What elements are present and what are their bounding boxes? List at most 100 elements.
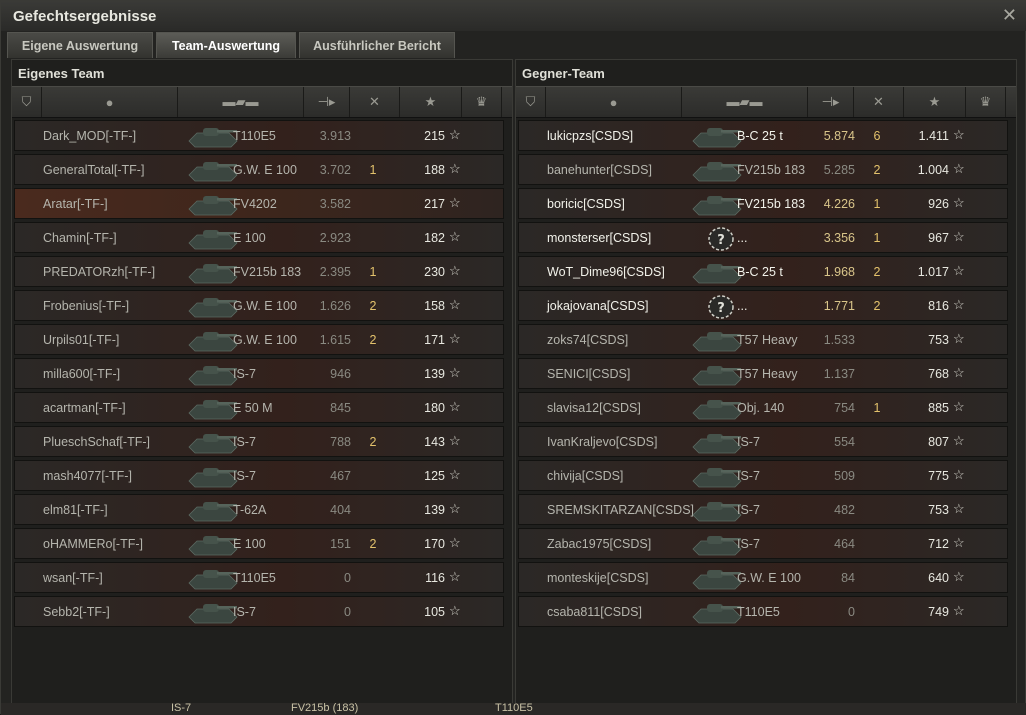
damage-sort-icon[interactable]: ⊣▸ <box>304 87 350 117</box>
player-name: milla600[-TF-] <box>43 367 121 381</box>
tank-silhouette-icon <box>692 366 742 386</box>
damage-value: 845 <box>330 401 351 415</box>
star-icon: ☆ <box>449 161 461 176</box>
unknown-tank-icon: ? <box>708 227 734 251</box>
rank-icon[interactable]: ⛉ <box>12 87 42 117</box>
player-name: IvanKraljevo[CSDS] <box>547 435 658 449</box>
xp-value: 1.017 <box>917 265 949 279</box>
xp-star-icon[interactable]: ★ <box>400 87 462 117</box>
player-row[interactable]: PREDATORzh[-TF-] FV215b 183 2.395 1 230 ☆ <box>14 256 504 287</box>
tab-ausfuehrlicher-bericht[interactable]: Ausführlicher Bericht <box>299 32 455 58</box>
tank-name: T110E5 <box>233 571 276 585</box>
xp-value: 640 <box>928 571 949 585</box>
medal-icon[interactable]: ♛ <box>966 87 1006 117</box>
tank-name: B-C 25 t <box>737 129 783 143</box>
player-row[interactable]: monteskije[CSDS] G.W. E 100 84 640 ☆ <box>518 562 1008 593</box>
player-row[interactable]: milla600[-TF-] IS-7 946 139 ☆ <box>14 358 504 389</box>
tank-name: G.W. E 100 <box>233 163 297 177</box>
battle-results-window: Gefechtsergebnisse ✕ Eigene Auswertung T… <box>0 0 1026 715</box>
player-row[interactable]: Dark_MOD[-TF-] T110E5 3.913 215 ☆ <box>14 120 504 151</box>
player-row[interactable]: Zabac1975[CSDS] IS-7 464 712 ☆ <box>518 528 1008 559</box>
player-row[interactable]: Urpils01[-TF-] G.W. E 100 1.615 2 171 ☆ <box>14 324 504 355</box>
player-row[interactable]: jokajovana[CSDS]?... 1.771 2 816 ☆ <box>518 290 1008 321</box>
player-row[interactable]: GeneralTotal[-TF-] G.W. E 100 3.702 1 188 ☆ <box>14 154 504 185</box>
player-row[interactable]: monsterser[CSDS]?... 3.356 1 967 ☆ <box>518 222 1008 253</box>
player-row[interactable]: oHAMMERo[-TF-] E 100 151 2 170 ☆ <box>14 528 504 559</box>
player-name: jokajovana[CSDS] <box>547 299 649 313</box>
tank-silhouette-icon <box>692 196 742 216</box>
player-row[interactable]: Chamin[-TF-] E 100 2.923 182 ☆ <box>14 222 504 253</box>
player-row[interactable]: Frobenius[-TF-] G.W. E 100 1.626 2 158 ☆ <box>14 290 504 321</box>
strip-label: FV215b (183) <box>291 702 359 714</box>
tank-name: T57 Heavy <box>737 333 798 347</box>
star-icon: ☆ <box>953 603 965 618</box>
player-row[interactable]: SENICI[CSDS] T57 Heavy 1.137 768 ☆ <box>518 358 1008 389</box>
xp-value: 139 <box>424 367 445 381</box>
tank-icon[interactable]: ▬▰▬ <box>178 87 304 117</box>
damage-sort-icon[interactable]: ⊣▸ <box>808 87 854 117</box>
player-row[interactable]: mash4077[-TF-] IS-7 467 125 ☆ <box>14 460 504 491</box>
player-row[interactable]: acartman[-TF-] E 50 M 845 180 ☆ <box>14 392 504 423</box>
tank-silhouette-icon <box>188 400 238 420</box>
kills-value: 1 <box>873 197 881 211</box>
star-icon: ☆ <box>953 467 965 482</box>
kills-icon[interactable]: ✕ <box>350 87 400 117</box>
damage-value: 482 <box>834 503 855 517</box>
player-name: SENICI[CSDS] <box>547 367 631 381</box>
enemy-team-panel: Gegner-Team ⛉ ● ▬▰▬ ⊣▸ ✕ ★ ♛ lukicpzs[CS… <box>515 59 1017 707</box>
player-name: Dark_MOD[-TF-] <box>43 129 137 143</box>
player-row[interactable]: csaba811[CSDS] T110E5 0 749 ☆ <box>518 596 1008 627</box>
player-row[interactable]: zoks74[CSDS] T57 Heavy 1.533 753 ☆ <box>518 324 1008 355</box>
damage-value: 0 <box>344 571 351 585</box>
xp-star-icon[interactable]: ★ <box>904 87 966 117</box>
xp-value: 967 <box>928 231 949 245</box>
damage-value: 1.968 <box>823 265 855 279</box>
close-icon[interactable]: ✕ <box>1002 5 1017 26</box>
player-row[interactable]: Aratar[-TF-] FV4202 3.582 217 ☆ <box>14 188 504 219</box>
xp-value: 182 <box>424 231 445 245</box>
tank-silhouette-icon <box>188 502 238 522</box>
tank-silhouette-icon <box>188 536 238 556</box>
damage-value: 467 <box>330 469 351 483</box>
tank-silhouette-icon <box>692 604 742 624</box>
player-row[interactable]: slavisa12[CSDS] Obj. 140 754 1 885 ☆ <box>518 392 1008 423</box>
tank-silhouette-icon <box>692 536 742 556</box>
player-row[interactable]: PlueschSchaf[-TF-] IS-7 788 2 143 ☆ <box>14 426 504 457</box>
star-icon: ☆ <box>953 365 965 380</box>
player-row[interactable]: boricic[CSDS] FV215b 183 4.226 1 926 ☆ <box>518 188 1008 219</box>
player-name: chivija[CSDS] <box>547 469 624 483</box>
tab-team-auswertung[interactable]: Team-Auswertung <box>156 32 296 58</box>
tank-name: IS-7 <box>737 435 760 449</box>
player-icon[interactable]: ● <box>42 87 178 117</box>
player-row[interactable]: lukicpzs[CSDS] B-C 25 t 5.874 6 1.411 ☆ <box>518 120 1008 151</box>
rank-icon[interactable]: ⛉ <box>516 87 546 117</box>
player-row[interactable]: SREMSKITARZAN[CSDS] IS-7 482 753 ☆ <box>518 494 1008 525</box>
svg-text:?: ? <box>717 233 725 248</box>
player-row[interactable]: wsan[-TF-] T110E5 0 116 ☆ <box>14 562 504 593</box>
tab-eigene-auswertung[interactable]: Eigene Auswertung <box>7 32 153 58</box>
player-icon[interactable]: ● <box>546 87 682 117</box>
xp-value: 143 <box>424 435 445 449</box>
xp-value: 885 <box>928 401 949 415</box>
player-row[interactable]: WoT_Dime96[CSDS] B-C 25 t 1.968 2 1.017 ☆ <box>518 256 1008 287</box>
title-bar[interactable]: Gefechtsergebnisse ✕ <box>1 1 1026 31</box>
player-row[interactable]: Sebb2[-TF-] IS-7 0 105 ☆ <box>14 596 504 627</box>
xp-value: 230 <box>424 265 445 279</box>
player-name: Chamin[-TF-] <box>43 231 117 245</box>
player-row[interactable]: chivija[CSDS] IS-7 509 775 ☆ <box>518 460 1008 491</box>
xp-value: 807 <box>928 435 949 449</box>
star-icon: ☆ <box>953 569 965 584</box>
kills-value: 2 <box>873 299 881 313</box>
kills-value: 1 <box>873 401 881 415</box>
star-icon: ☆ <box>953 399 965 414</box>
tank-silhouette-icon <box>188 332 238 352</box>
kills-icon[interactable]: ✕ <box>854 87 904 117</box>
player-row[interactable]: elm81[-TF-] T-62A 404 139 ☆ <box>14 494 504 525</box>
tank-name: FV4202 <box>233 197 277 211</box>
player-row[interactable]: banehunter[CSDS] FV215b 183 5.285 2 1.004 ☆ <box>518 154 1008 185</box>
player-row[interactable]: IvanKraljevo[CSDS] IS-7 554 807 ☆ <box>518 426 1008 457</box>
damage-value: 1.615 <box>319 333 351 347</box>
tank-silhouette-icon <box>188 196 238 216</box>
tank-icon[interactable]: ▬▰▬ <box>682 87 808 117</box>
medal-icon[interactable]: ♛ <box>462 87 502 117</box>
